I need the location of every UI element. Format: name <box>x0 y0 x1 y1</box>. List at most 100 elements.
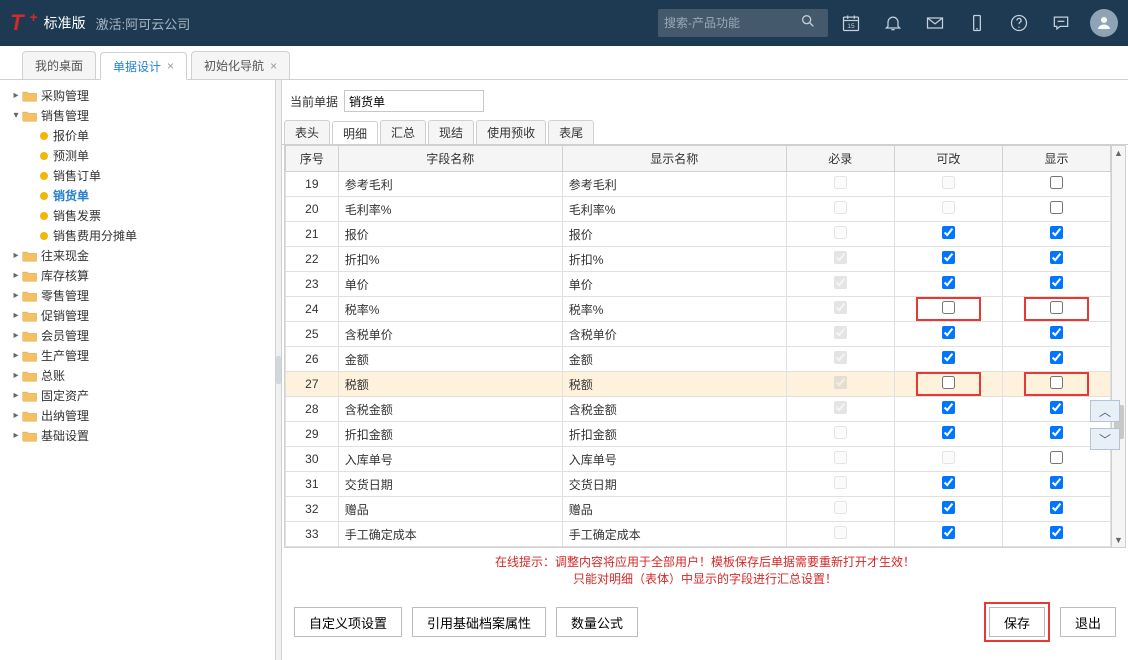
tree-folder[interactable]: ▸固定资产 <box>10 386 275 406</box>
cell-field[interactable]: 毛利率% <box>338 197 562 222</box>
tree-folder[interactable]: ▸往来现金 <box>10 246 275 266</box>
caret-right-icon[interactable]: ▸ <box>10 266 22 286</box>
tree-leaf[interactable]: 销售发票 <box>10 206 275 226</box>
cell-field[interactable]: 参考毛利 <box>338 172 562 197</box>
tree-folder[interactable]: ▾销售管理 <box>10 106 275 126</box>
tree-folder[interactable]: ▸会员管理 <box>10 326 275 346</box>
qty-formula-button[interactable]: 数量公式 <box>556 607 638 637</box>
user-avatar-icon[interactable] <box>1090 9 1118 37</box>
tree-folder[interactable]: ▸库存核算 <box>10 266 275 286</box>
grid-checkbox[interactable] <box>942 326 955 339</box>
grid-checkbox[interactable] <box>942 501 955 514</box>
close-icon[interactable]: × <box>270 59 277 73</box>
table-row[interactable]: 27税额税额 <box>286 372 1111 397</box>
tree-folder[interactable]: ▸总账 <box>10 366 275 386</box>
cell-display[interactable]: 单价 <box>562 272 786 297</box>
cell-field[interactable]: 赠品 <box>338 497 562 522</box>
tree-leaf[interactable]: 销售费用分摊单 <box>10 226 275 246</box>
table-row[interactable]: 25含税单价含税单价 <box>286 322 1111 347</box>
grid-checkbox[interactable] <box>1050 301 1063 314</box>
grid-checkbox[interactable] <box>942 526 955 539</box>
grid-checkbox[interactable] <box>1050 251 1063 264</box>
current-doc-input[interactable] <box>344 90 484 112</box>
cell-field[interactable]: 含税金额 <box>338 397 562 422</box>
table-row[interactable]: 31交货日期交货日期 <box>286 472 1111 497</box>
sub-tab[interactable]: 表尾 <box>548 120 594 144</box>
table-row[interactable]: 29折扣金额折扣金额 <box>286 422 1111 447</box>
tree-leaf[interactable]: 销货单 <box>10 186 275 206</box>
scroll-down-icon[interactable]: ▼ <box>1114 535 1123 545</box>
tab-desktop[interactable]: 我的桌面 <box>22 51 96 79</box>
cell-field[interactable]: 折扣% <box>338 247 562 272</box>
grid-checkbox[interactable] <box>942 301 955 314</box>
grid-checkbox[interactable] <box>1050 351 1063 364</box>
grid-checkbox[interactable] <box>1050 176 1063 189</box>
grid-checkbox[interactable] <box>1050 326 1063 339</box>
tree-folder[interactable]: ▸零售管理 <box>10 286 275 306</box>
mobile-icon[interactable] <box>958 4 996 42</box>
cell-field[interactable]: 单价 <box>338 272 562 297</box>
grid-checkbox[interactable] <box>942 226 955 239</box>
grid-checkbox[interactable] <box>942 426 955 439</box>
cell-display[interactable]: 折扣% <box>562 247 786 272</box>
cell-display[interactable]: 金额 <box>562 347 786 372</box>
table-row[interactable]: 20毛利率%毛利率% <box>286 197 1111 222</box>
cell-field[interactable]: 交货日期 <box>338 472 562 497</box>
tab-init-nav[interactable]: 初始化导航× <box>191 51 290 79</box>
bell-icon[interactable] <box>874 4 912 42</box>
sub-tab[interactable]: 现结 <box>428 120 474 144</box>
grid-checkbox[interactable] <box>1050 476 1063 489</box>
cell-field[interactable]: 税额 <box>338 372 562 397</box>
splitter[interactable] <box>275 80 282 660</box>
search-input[interactable] <box>664 16 800 30</box>
table-row[interactable]: 28含税金额含税金额 <box>286 397 1111 422</box>
mail-icon[interactable] <box>916 4 954 42</box>
chat-icon[interactable] <box>1042 4 1080 42</box>
sub-tab[interactable]: 使用预收 <box>476 120 546 144</box>
table-row[interactable]: 26金额金额 <box>286 347 1111 372</box>
cell-display[interactable]: 入库单号 <box>562 447 786 472</box>
caret-right-icon[interactable]: ▸ <box>10 286 22 306</box>
help-icon[interactable] <box>1000 4 1038 42</box>
close-icon[interactable]: × <box>167 59 174 73</box>
move-up-button[interactable]: ︿ <box>1090 400 1120 422</box>
exit-button[interactable]: 退出 <box>1060 607 1116 637</box>
move-down-button[interactable]: ﹀ <box>1090 428 1120 450</box>
cell-display[interactable]: 税率% <box>562 297 786 322</box>
caret-right-icon[interactable]: ▸ <box>10 326 22 346</box>
tree-leaf[interactable]: 预测单 <box>10 146 275 166</box>
cell-display[interactable]: 交货日期 <box>562 472 786 497</box>
grid-scrollbar[interactable]: ▲ ▼ <box>1112 145 1126 548</box>
grid-checkbox[interactable] <box>942 251 955 264</box>
sub-tab[interactable]: 汇总 <box>380 120 426 144</box>
cell-field[interactable]: 手工确定成本 <box>338 522 562 547</box>
tab-form-design[interactable]: 单据设计× <box>100 52 187 80</box>
tree-folder[interactable]: ▸出纳管理 <box>10 406 275 426</box>
caret-right-icon[interactable]: ▸ <box>10 426 22 446</box>
caret-right-icon[interactable]: ▸ <box>10 406 22 426</box>
grid-checkbox[interactable] <box>942 351 955 364</box>
cell-display[interactable]: 折扣金额 <box>562 422 786 447</box>
grid-checkbox[interactable] <box>942 476 955 489</box>
save-button[interactable]: 保存 <box>989 607 1045 637</box>
tree-folder[interactable]: ▸基础设置 <box>10 426 275 446</box>
grid-checkbox[interactable] <box>1050 426 1063 439</box>
tree-folder[interactable]: ▸生产管理 <box>10 346 275 366</box>
cell-display[interactable]: 含税金额 <box>562 397 786 422</box>
cell-display[interactable]: 毛利率% <box>562 197 786 222</box>
grid-checkbox[interactable] <box>1050 226 1063 239</box>
caret-right-icon[interactable]: ▸ <box>10 306 22 326</box>
cell-display[interactable]: 报价 <box>562 222 786 247</box>
grid-checkbox[interactable] <box>1050 201 1063 214</box>
table-row[interactable]: 19参考毛利参考毛利 <box>286 172 1111 197</box>
cell-display[interactable]: 手工确定成本 <box>562 522 786 547</box>
tree-folder[interactable]: ▸促销管理 <box>10 306 275 326</box>
cell-display[interactable]: 税额 <box>562 372 786 397</box>
table-row[interactable]: 22折扣%折扣% <box>286 247 1111 272</box>
caret-right-icon[interactable]: ▸ <box>10 366 22 386</box>
ref-archive-button[interactable]: 引用基础档案属性 <box>412 607 546 637</box>
tree-leaf[interactable]: 销售订单 <box>10 166 275 186</box>
grid-checkbox[interactable] <box>942 376 955 389</box>
cell-display[interactable]: 含税单价 <box>562 322 786 347</box>
table-row[interactable]: 21报价报价 <box>286 222 1111 247</box>
